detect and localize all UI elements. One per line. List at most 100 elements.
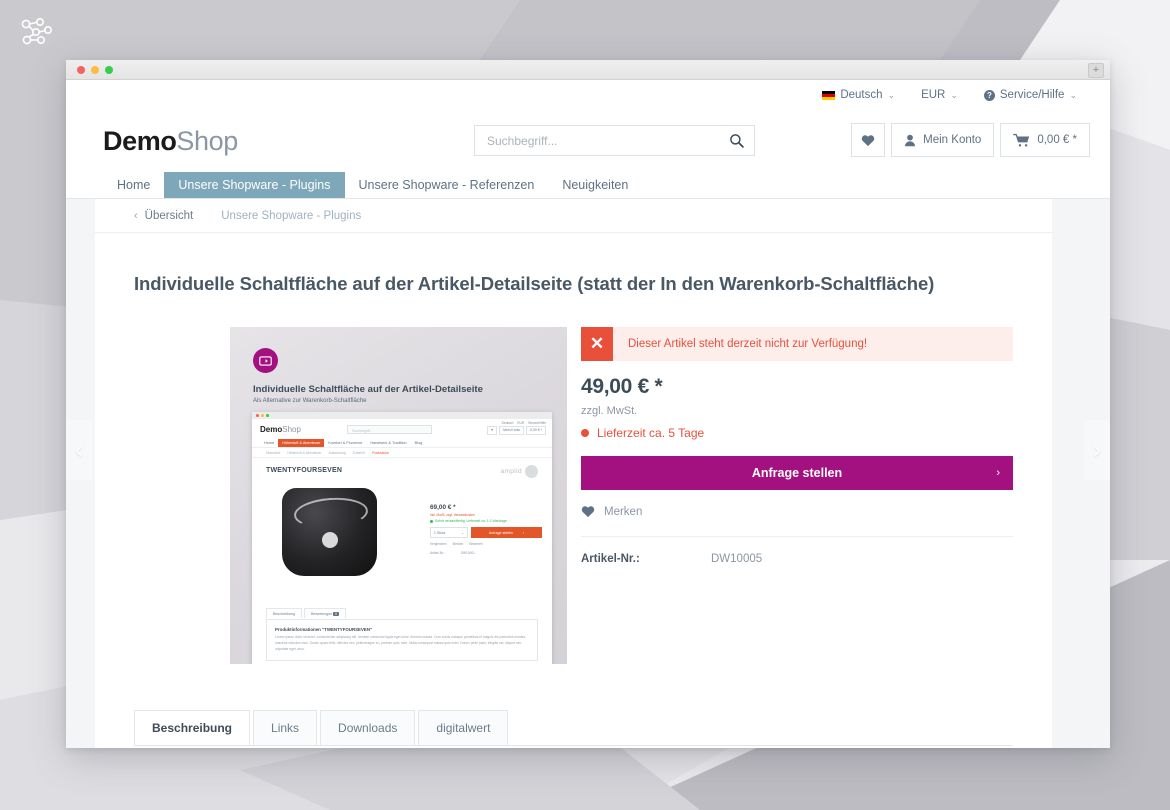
article-number-label: Artikel-Nr.:: [581, 553, 640, 566]
nested-buy-row: 1 Stück ⌄ Anfrage stellen ›: [430, 527, 542, 539]
nested-breadcrumb: Übersicht Höhenluft & Abenteuer Ausrüstu…: [252, 448, 552, 459]
nested-action-links: Vergleichen Merken Bewerten: [430, 542, 542, 546]
chevron-right-icon: ›: [522, 530, 525, 535]
remember-link[interactable]: Merken: [581, 505, 1013, 518]
nav-item-plugins[interactable]: Unsere Shopware - Plugins: [164, 172, 345, 198]
nested-logo: DemoShop: [260, 425, 301, 434]
shop-header: DemoShop Suchbegriff... Mein Konto 0,00 …: [66, 110, 1110, 172]
nested-account-button: Mein Konto: [499, 425, 525, 435]
nested-crumb-4: Rucksäcke: [372, 450, 389, 455]
product-detail-grid: Individuelle Schaltfläche auf der Artike…: [95, 297, 1052, 665]
nested-navigation: Home Höhenluft & Abenteuer Komfort & Pro…: [252, 439, 552, 449]
carousel-next-button[interactable]: ›: [1084, 420, 1110, 480]
tab-digitalwert[interactable]: digitalwert: [418, 710, 509, 746]
nested-brand-name: amplid: [500, 468, 522, 476]
window-minimize-button[interactable]: [91, 66, 99, 74]
nested-availability: Sofort versandfertig, Lieferzeit ca. 1-3…: [430, 519, 542, 523]
nested-buybox: 69,00 € * inkl. MwSt. zzgl. Versandkoste…: [430, 504, 542, 555]
nested-language: Deutsch: [501, 420, 514, 425]
nav-item-referenzen[interactable]: Unsere Shopware - Referenzen: [345, 172, 549, 198]
screen-play-icon: [253, 348, 278, 374]
wishlist-button[interactable]: [851, 123, 886, 157]
cart-total: 0,00 € *: [1037, 134, 1077, 146]
window-close-button[interactable]: [77, 66, 85, 74]
nested-close-dot: [256, 414, 259, 417]
nested-service: Service/Hilfe: [528, 420, 546, 425]
shop-logo[interactable]: DemoShop: [103, 126, 238, 157]
search-input[interactable]: [475, 133, 718, 148]
nested-artnr-value: SW10001: [460, 551, 475, 556]
nested-nav-blog: Blog: [414, 441, 423, 446]
nested-link-merken: Merken: [452, 542, 464, 547]
nested-nav-handwerk: Handwerk & Tradition: [370, 441, 407, 446]
promo-subline: Als Alternative zur Warenkorb-Schaltfläc…: [253, 398, 367, 405]
breadcrumb: ‹ Übersicht Unsere Shopware - Plugins: [95, 199, 1052, 233]
search-button[interactable]: [718, 126, 754, 155]
nested-search-placeholder: Suchbegriff...: [352, 428, 374, 433]
nested-nav-home: Home: [264, 441, 275, 446]
breadcrumb-back-link[interactable]: ‹ Übersicht: [134, 210, 193, 222]
product-image-column: Individuelle Schaltfläche auf der Artike…: [134, 327, 574, 665]
new-tab-button[interactable]: +: [1088, 63, 1104, 78]
nested-artnr-label: Artikel-Nr.:: [430, 551, 445, 556]
account-button[interactable]: Mein Konto: [891, 123, 995, 157]
nav-item-home[interactable]: Home: [103, 172, 164, 198]
remember-label: Merken: [604, 505, 643, 518]
german-flag-icon: [822, 90, 836, 100]
currency-label: EUR: [921, 89, 946, 101]
language-label: Deutsch: [840, 89, 883, 101]
account-label: Mein Konto: [923, 134, 982, 146]
nested-shop-header: DemoShop Suchbegriff... Deutsch EUR Serv…: [252, 419, 552, 439]
search-icon: [729, 134, 744, 148]
request-quote-button[interactable]: Anfrage stellen ›: [581, 456, 1013, 491]
product-info-column: ✕ Dieser Artikel steht derzeit nicht zur…: [574, 327, 1013, 664]
language-selector[interactable]: Deutsch ⌄: [809, 89, 908, 101]
nested-link-vergleichen: Vergleichen: [430, 542, 447, 547]
nested-price: 69,00 € *: [430, 504, 456, 512]
nested-description-panel: Produktinformationen "TWENTYFOURSEVEN" L…: [266, 619, 538, 661]
nested-tab-beschreibung: Beschreibung: [266, 608, 302, 619]
heart-icon: [581, 506, 595, 518]
tab-links[interactable]: Links: [253, 710, 318, 746]
window-maximize-button[interactable]: [105, 66, 113, 74]
nested-cart-label: 0,00 € *: [530, 428, 542, 433]
search-box: [474, 125, 755, 156]
nested-wishlist-button: ♥: [487, 425, 498, 435]
availability-notice-text: Dieser Artikel steht derzeit nicht zur V…: [628, 338, 868, 351]
nested-currency: EUR: [517, 420, 525, 425]
currency-selector[interactable]: EUR ⌄: [908, 89, 971, 101]
chevron-right-icon: ›: [996, 467, 1000, 480]
nested-cta-button: Anfrage stellen ›: [471, 527, 542, 539]
tab-downloads[interactable]: Downloads: [320, 710, 416, 746]
nested-minimize-dot: [261, 414, 264, 417]
nested-tab-bewertungen: Bewertungen 0: [303, 608, 347, 619]
help-icon: ?: [983, 89, 995, 101]
availability-dot-icon: [430, 519, 433, 523]
nested-brand-logo-icon: [525, 465, 538, 479]
header-actions: Mein Konto 0,00 € *: [851, 123, 1090, 157]
nested-product-body: TWENTYFOURSEVEN amplid 69,00 € * inkl. M…: [252, 458, 552, 661]
carousel-prev-button[interactable]: ‹: [66, 420, 92, 480]
promo-headline: Individuelle Schaltfläche auf der Artike…: [253, 384, 483, 396]
nested-logo-light: Shop: [282, 425, 301, 435]
nested-crumb-0: Übersicht: [266, 450, 281, 455]
tax-note: zzgl. MwSt.: [581, 405, 638, 418]
product-image[interactable]: Individuelle Schaltfläche auf der Artike…: [230, 327, 567, 665]
service-label: Service/Hilfe: [999, 89, 1065, 101]
product-price: 49,00 € *: [581, 375, 663, 399]
cart-button[interactable]: 0,00 € *: [1000, 123, 1090, 157]
screen-glyph: [259, 356, 272, 366]
nested-screenshot: DemoShop Suchbegriff... Deutsch EUR Serv…: [252, 412, 552, 665]
nested-tabs: Beschreibung Bewertungen 0: [266, 608, 347, 619]
nav-item-neuigkeiten[interactable]: Neuigkeiten: [548, 172, 642, 198]
tab-beschreibung[interactable]: Beschreibung: [134, 710, 251, 746]
nested-tax-note: inkl. MwSt. zzgl. Versandkosten: [430, 512, 475, 517]
nested-titlebar: [252, 412, 552, 420]
breadcrumb-category-link[interactable]: Unsere Shopware - Plugins: [221, 210, 361, 222]
tab-panel: [95, 746, 1052, 748]
nested-tab-bewertungen-label: Bewertungen: [310, 611, 333, 616]
request-quote-label: Anfrage stellen: [751, 466, 843, 481]
nested-crumb-2: Ausrüstung: [328, 450, 346, 455]
brand-logo-icon: [21, 18, 52, 45]
service-menu[interactable]: ? Service/Hilfe ⌄: [971, 89, 1090, 101]
